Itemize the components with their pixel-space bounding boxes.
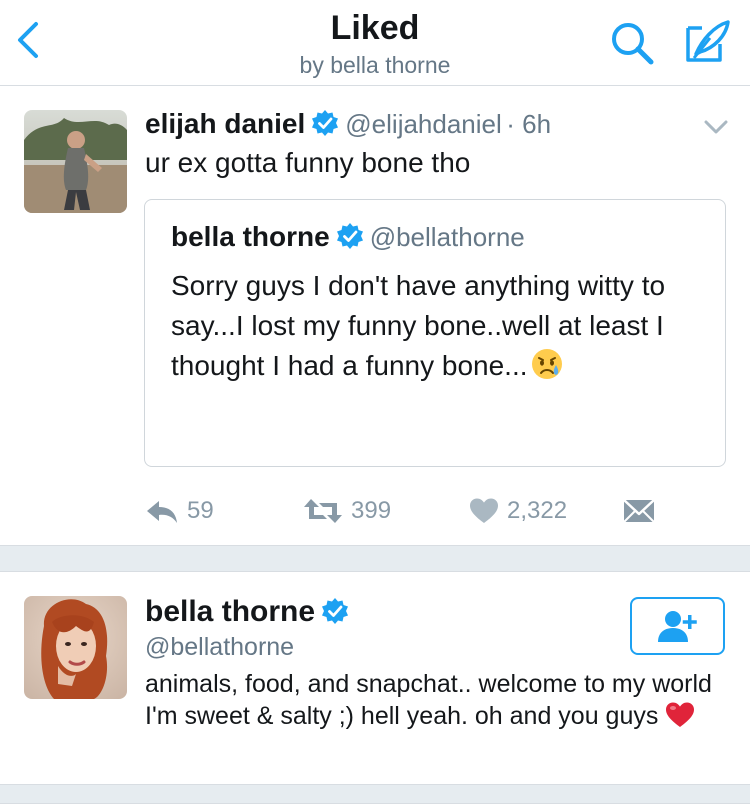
reply-count: 59 [187, 497, 214, 524]
search-icon [612, 23, 654, 65]
profile-bio: animals, food, and snapchat.. welcome to… [145, 670, 712, 730]
section-divider [0, 545, 750, 572]
like-button[interactable]: 2,322 [469, 491, 567, 531]
avatar-photo [24, 110, 127, 213]
search-button[interactable] [607, 18, 657, 66]
retweet-button[interactable]: 399 [303, 491, 391, 531]
section-divider [0, 784, 750, 804]
quoted-tweet-header: bella thorne @bellathorne [171, 220, 525, 259]
tweet-actions-bar: 59 399 2,322 [145, 491, 705, 531]
compose-feather-icon [686, 20, 730, 62]
reply-button[interactable]: 59 [145, 491, 214, 531]
add-user-icon [657, 611, 697, 642]
avatar-photo [24, 596, 127, 699]
profile-display-name[interactable]: bella thorne [145, 595, 315, 628]
profile-avatar[interactable] [24, 596, 127, 699]
tweet-header: elijah daniel @elijahdaniel · 6h [145, 107, 551, 146]
quoted-tweet-text-block: Sorry guys I don't have anything witty t… [171, 266, 711, 386]
verified-badge-icon [312, 110, 339, 136]
profile-handle: @bellathorne [145, 633, 295, 661]
verified-badge-icon [322, 598, 349, 624]
top-navigation-bar: Liked by bella thorne [0, 0, 750, 86]
quoted-author-handle: @bellathorne [369, 222, 525, 252]
retweet-count: 399 [351, 497, 392, 524]
user-profile-card[interactable]: bella thorne @bellathorne animals, food,… [0, 572, 750, 784]
red-heart-emoji-icon [666, 702, 695, 727]
liked-tweet[interactable]: elijah daniel @elijahdaniel · 6h ur ex g… [0, 87, 750, 545]
tweet-options-button[interactable] [700, 113, 732, 141]
retweet-icon [304, 499, 342, 523]
tweet-text: ur ex gotta funny bone tho [145, 147, 471, 178]
profile-bio-block: animals, food, and snapchat.. welcome to… [145, 668, 725, 732]
tweet-author-handle: @elijahdaniel [345, 109, 502, 139]
tweet-author-name[interactable]: elijah daniel [145, 108, 305, 139]
verified-badge-icon [336, 223, 363, 249]
follow-button[interactable] [630, 597, 725, 655]
envelope-icon [623, 499, 655, 523]
tweet-author-avatar[interactable] [24, 110, 127, 213]
quoted-tweet-card[interactable]: bella thorne @bellathorne Sorry guys I d… [144, 199, 726, 467]
reply-icon [147, 501, 177, 523]
tweet-timestamp: · 6h [506, 109, 552, 139]
heart-icon [470, 498, 498, 523]
direct-message-button[interactable] [623, 491, 655, 531]
chevron-down-icon [704, 120, 728, 134]
sad-tear-emoji-icon [531, 349, 562, 379]
like-count: 2,322 [507, 497, 568, 524]
compose-button[interactable] [680, 18, 732, 66]
quoted-author-name: bella thorne [171, 221, 330, 252]
quoted-tweet-text: Sorry guys I don't have anything witty t… [171, 270, 666, 381]
profile-name-row: bella thorne [145, 594, 349, 635]
